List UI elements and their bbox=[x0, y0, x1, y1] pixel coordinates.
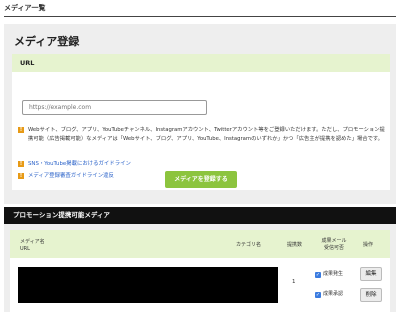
register-note: ! Webサイト、ブログ、アプリ、YouTubeチャンネル、Instagramア… bbox=[18, 126, 386, 144]
column-mail-line2: 受信可否 bbox=[323, 245, 344, 251]
result-approved-checkbox[interactable]: ✓ 成果承認 bbox=[315, 290, 343, 298]
table-header: メディア名 URL カテゴリ名 提携数 成果メール 受信可否 操作 bbox=[10, 230, 390, 258]
page-title: メディア一覧 bbox=[4, 4, 46, 12]
page-header: メディア一覧 bbox=[4, 3, 396, 17]
promo-heading: プロモーション提携可能メディア bbox=[4, 207, 396, 224]
checkbox-checked-icon[interactable]: ✓ bbox=[315, 272, 321, 278]
result-approved-label: 成果承認 bbox=[323, 291, 344, 297]
column-header-category: カテゴリ名 bbox=[236, 242, 262, 248]
column-name-label: メディア名 bbox=[20, 239, 45, 245]
warning-icon: ! bbox=[18, 127, 24, 133]
checkbox-checked-icon[interactable]: ✓ bbox=[315, 292, 321, 298]
register-heading: メディア登録 bbox=[14, 35, 80, 48]
column-header-clicks: 提携数 bbox=[287, 242, 303, 248]
sns-guideline-link-text[interactable]: SNS・YouTube掲載におけるガイドライン bbox=[28, 161, 131, 167]
column-url-label: URL bbox=[20, 246, 30, 252]
click-count: 1 bbox=[292, 279, 296, 285]
register-media-button[interactable]: メディアを登録する bbox=[165, 171, 237, 188]
url-card-label: URL bbox=[12, 54, 390, 72]
column-header-mail: 成果メール 受信可否 bbox=[316, 238, 352, 252]
edit-button[interactable]: 編集 bbox=[360, 267, 382, 281]
column-mail-line1: 成果メール bbox=[321, 238, 347, 244]
warning-icon: ! bbox=[18, 173, 24, 179]
delete-button[interactable]: 削除 bbox=[360, 288, 382, 302]
sns-guideline-link[interactable]: ! SNS・YouTube掲載におけるガイドライン bbox=[18, 160, 318, 168]
column-header-ops: 操作 bbox=[363, 242, 374, 248]
promo-media-table: メディア名 URL カテゴリ名 提携数 成果メール 受信可否 操作 1 ✓ 成果発… bbox=[10, 230, 390, 312]
promo-media-panel: プロモーション提携可能メディア メディア名 URL カテゴリ名 提携数 成果メー… bbox=[4, 207, 396, 312]
warning-icon: ! bbox=[18, 161, 24, 167]
result-occurred-label: 成果発生 bbox=[323, 271, 344, 277]
result-occurred-checkbox[interactable]: ✓ 成果発生 bbox=[315, 270, 343, 278]
column-header-name: メディア名 URL bbox=[20, 239, 45, 253]
redacted-media-info bbox=[18, 267, 278, 303]
violation-guideline-link-text[interactable]: メディア登録審査ガイドライン違反 bbox=[28, 173, 114, 179]
url-input[interactable] bbox=[22, 100, 207, 115]
register-note-text: Webサイト、ブログ、アプリ、YouTubeチャンネル、Instagramアカウ… bbox=[28, 127, 385, 142]
register-form-card: URL ! Webサイト、ブログ、アプリ、YouTubeチャンネル、Instag… bbox=[12, 54, 390, 190]
